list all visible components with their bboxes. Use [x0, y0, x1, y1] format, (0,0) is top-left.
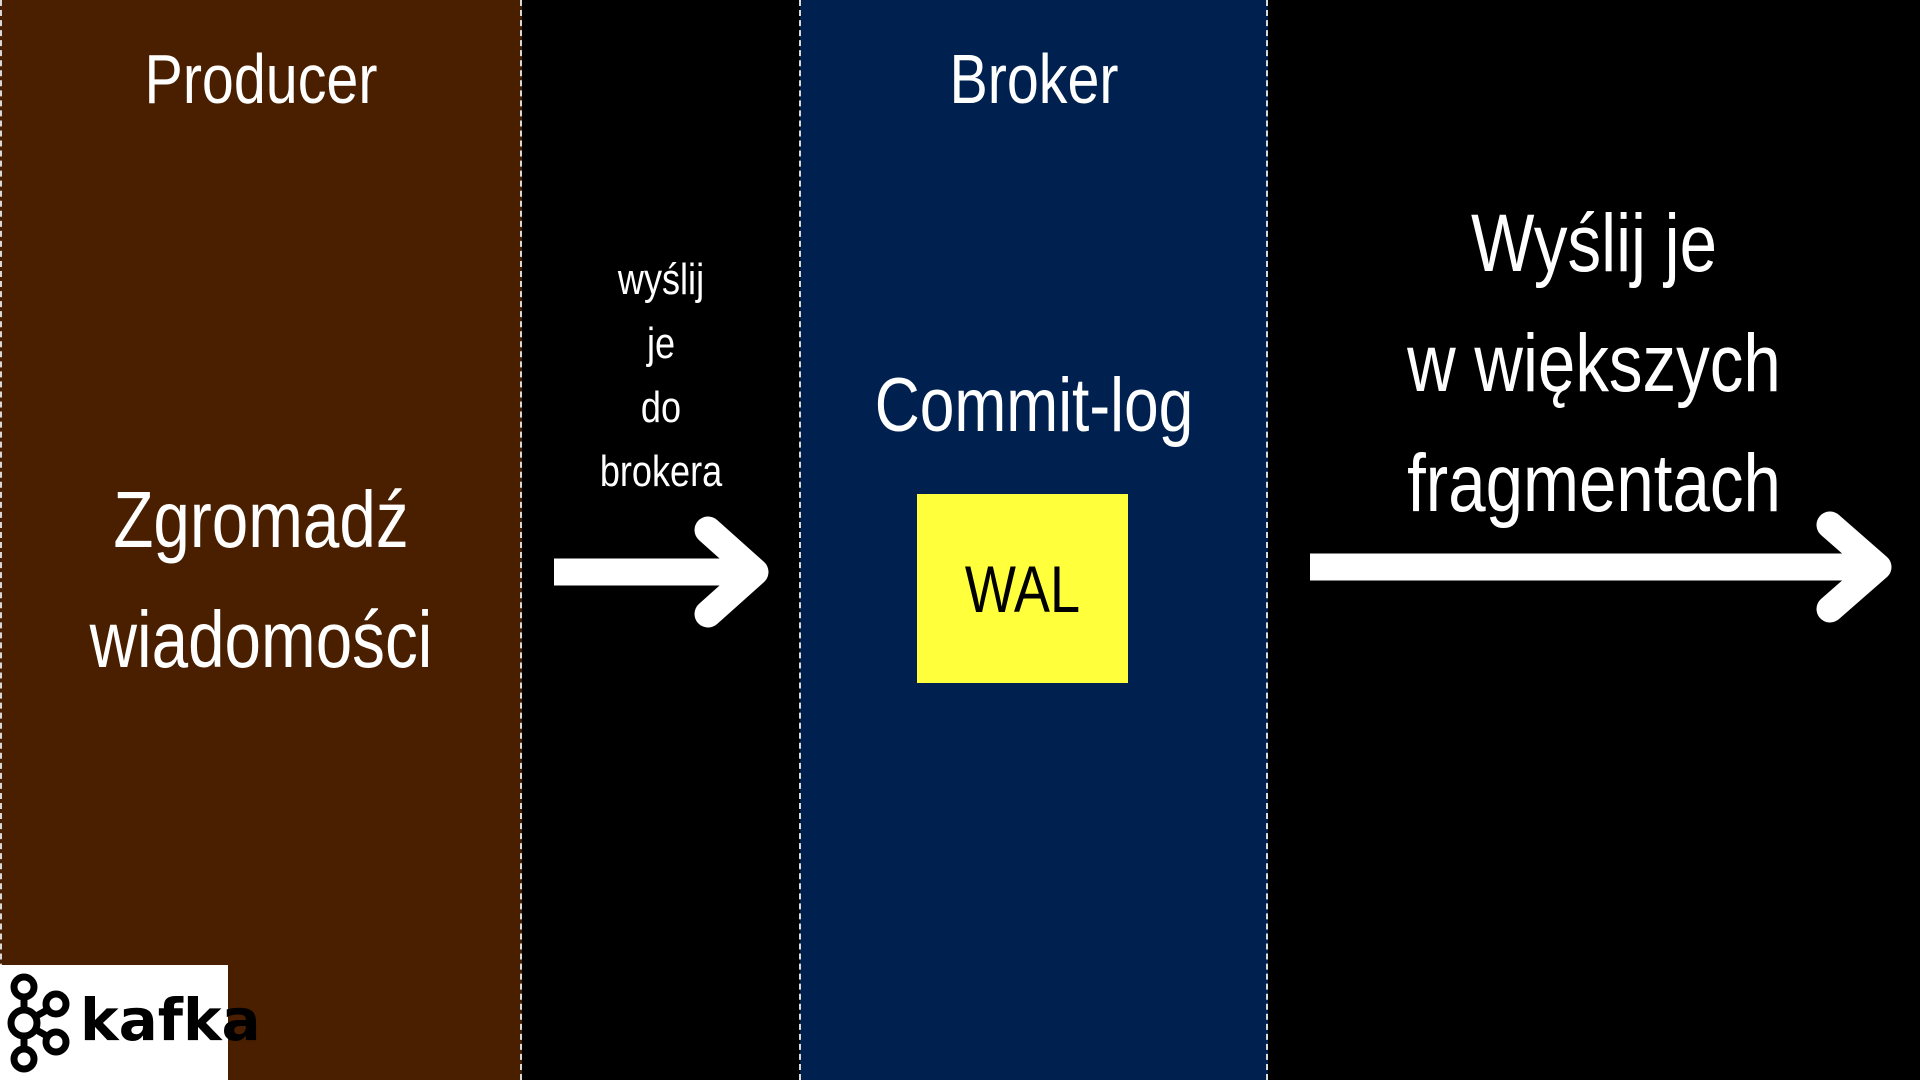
diagram-canvas: Producer Zgromadź wiadomości wyślij je d…	[0, 0, 1920, 1080]
producer-title: Producer	[144, 40, 378, 118]
arrow-to-broker	[554, 516, 769, 628]
downstream-line2: w większych	[1407, 318, 1781, 409]
producer-description: Zgromadź wiadomości	[47, 460, 475, 700]
arrow-downstream	[1310, 511, 1892, 623]
divider-broker-left	[799, 0, 801, 1080]
kafka-logo-icon	[7, 973, 70, 1073]
send-label-line1: wyślij	[617, 255, 705, 304]
wal-box: WAL	[917, 494, 1128, 683]
producer-description-line2: wiadomości	[89, 595, 433, 684]
commit-log-label: Commit-log	[874, 363, 1194, 448]
downstream-line1: Wyślij je	[1471, 198, 1717, 289]
divider-producer-right	[520, 0, 522, 1080]
wal-label: WAL	[964, 552, 1081, 626]
send-label-line4: brokera	[599, 447, 723, 496]
send-label-line2: je	[646, 319, 676, 368]
send-label-line3: do	[640, 383, 682, 432]
send-to-broker-label: wyślij je do brokera	[547, 248, 775, 504]
broker-title: Broker	[949, 40, 1119, 118]
divider-broker-right	[1266, 0, 1268, 1080]
downstream-description: Wyślij je w większych fragmentach	[1327, 184, 1862, 544]
kafka-logo-text: kafka	[80, 986, 261, 1054]
kafka-logo: kafka	[0, 965, 261, 1080]
producer-description-line1: Zgromadź	[113, 475, 409, 564]
